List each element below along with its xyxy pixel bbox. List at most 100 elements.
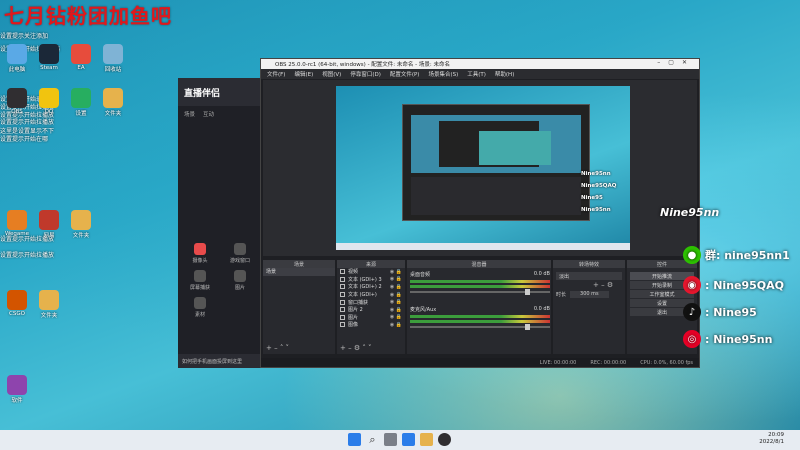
source-item[interactable]: 文本 (GDI+) ◉ 🔒 [337,291,405,299]
source-item[interactable]: 窗口捕获 ◉ 🔒 [337,298,405,306]
menu-help[interactable]: 帮助(H) [495,70,514,78]
preview-capture: Nine95nn Nine95QAQ Nine95 Nine95nn [336,86,630,250]
wechat-icon: ● [683,246,701,264]
app-icon [7,375,27,395]
annotation-text: 设置提示开始拉播放 [0,252,55,259]
banner-text: 七月钻粉团加鱼吧 [4,4,172,28]
menu-file[interactable]: 文件(F) [267,70,285,78]
windows-start-icon[interactable] [348,433,361,446]
game-window-button[interactable]: 游戏窗口 [220,243,260,264]
window-controls[interactable]: –▢✕ [657,59,695,66]
source-item[interactable]: 图像 ◉ 🔒 [337,321,405,329]
source-item[interactable]: 图片 ◉ 🔒 [337,314,405,322]
desktop-icon[interactable]: 文件夹 [96,88,130,117]
social-entry: ◉: Nine95QAQ [683,276,784,294]
annotation-text: 设置提示开始在哪 [0,136,49,143]
scene-controls[interactable]: + – ˄ ˅ [266,344,289,352]
app-icon [7,44,27,64]
source-item[interactable]: 文本 (GDI+) 2 ◉ 🔒 [337,283,405,291]
companion-tab-scene[interactable]: 场景 [184,110,195,118]
social-entry: ● 群: nine95nn1 [683,246,790,264]
desktop-icon[interactable]: 此电脑 [0,44,34,73]
menu-scene-collection[interactable]: 场景集合(S) [428,70,458,78]
preview-taskbar [336,243,630,250]
sources-dock-header: 来源 [337,260,405,268]
file-explorer-icon[interactable] [420,433,433,446]
desktop-icon[interactable]: 设置 [64,88,98,117]
transitions-dock: 淡出 + – ⚙ 时长 300 ms [553,268,625,354]
weibo-icon: ◉ [683,276,701,294]
desktop-icon[interactable]: CSGO [0,290,34,317]
mixer-dock: 桌面音频 0.0 dB 麦克风/Aux 0.0 dB [407,268,551,354]
desktop-icon[interactable]: 网易 [32,210,66,239]
desktop-icon[interactable]: OBS [0,88,34,115]
annotation-text: 设置提示关注添加 [0,33,49,40]
transition-controls[interactable]: + – ⚙ [553,281,625,289]
app-icon [71,210,91,230]
source-controls[interactable]: + – ⚙ ˄ ˅ [340,344,372,352]
task-view-icon[interactable] [384,433,397,446]
desktop-icon[interactable]: 文件夹 [64,210,98,239]
image-icon [234,270,246,282]
taskbar: ⌕ 20:09 2022/8/1 [0,430,800,450]
desktop-icon[interactable]: Steam [32,44,66,71]
desktop-icon[interactable]: QQ [32,88,66,115]
game-icon [234,243,246,255]
social-entry: ◎: Nine95nn [683,330,772,348]
desktop-icon[interactable]: 文件夹 [32,290,66,319]
transition-select[interactable]: 淡出 [556,272,622,280]
app-icon [71,88,91,108]
image-button[interactable]: 图片 [220,270,260,291]
nested-obs-window [402,104,590,221]
desktop-icon[interactable]: EA [64,44,98,71]
mixer-channel-mic: 麦克风/Aux 0.0 dB [410,306,550,330]
desktop-icon[interactable]: 回收站 [96,44,130,73]
app-icon [71,44,91,64]
menu-dock[interactable]: 停靠窗口(D) [350,70,381,78]
volume-slider[interactable] [410,324,550,330]
screen-capture-button[interactable]: 屏幕捕获 [180,270,220,291]
source-item[interactable]: 视频 ◉ 🔒 [337,268,405,276]
search-icon[interactable]: ⌕ [366,433,379,446]
source-item[interactable]: 文本 (GDI+) 3 ◉ 🔒 [337,276,405,284]
obs-taskbar-icon[interactable] [438,433,451,446]
social-entry: ♪: Nine95 [683,303,757,321]
transitions-dock-header: 转场特效 [553,260,625,268]
edge-icon[interactable] [402,433,415,446]
app-icon [7,210,27,230]
desktop-icon[interactable]: Wegame [0,210,34,237]
desktop-icon[interactable]: 软件 [0,375,34,404]
app-icon [7,290,27,310]
camera-icon [194,243,206,255]
obs-preview[interactable]: Nine95nn Nine95QAQ Nine95 Nine95nn [263,80,697,256]
app-icon [39,44,59,64]
sources-dock: 视频 ◉ 🔒 文本 (GDI+) 3 ◉ 🔒 文本 (GDI+) 2 ◉ 🔒 文本 (… [337,268,405,354]
menu-profile[interactable]: 配置文件(P) [390,70,420,78]
source-item[interactable]: 图片 2 ◉ 🔒 [337,306,405,314]
material-button[interactable]: 素材 [180,297,220,318]
mixer-channel-desktop: 桌面音频 0.0 dB [410,271,550,295]
netease-icon: ◎ [683,330,701,348]
monitor-icon [194,270,206,282]
companion-tab-interact[interactable]: 互动 [203,110,214,118]
companion-app-window: 直播伴侣 场景 互动 摄像头 游戏窗口 屏幕捕获 图片 素材 如何把手机画面投屏… [178,78,263,368]
annotation-text: 这里是设置显示不下 [0,128,55,135]
folder-icon [194,297,206,309]
menu-edit[interactable]: 编辑(E) [294,70,313,78]
companion-footer[interactable]: 如何把手机画面投屏到这里 [178,354,263,368]
app-icon [39,88,59,108]
duration-input[interactable]: 300 ms [570,291,609,298]
menu-view[interactable]: 视图(V) [322,70,341,78]
app-icon [7,88,27,108]
app-icon [103,44,123,64]
obs-title-bar: OBS 25.0.0-rc1 (64-bit, windows) - 配置文件:… [261,59,699,69]
camera-button[interactable]: 摄像头 [180,243,220,264]
scene-item[interactable]: 场景 [263,268,335,276]
tiktok-icon: ♪ [683,303,701,321]
desktop-wallpaper: 七月钻粉团加鱼吧 设置提示关注添加 设置提示开始拉播放器 设置提示开始录播放 设置提示… [0,0,800,430]
preview-social-list: Nine95nn Nine95QAQ Nine95 Nine95nn [581,171,617,213]
menu-tools[interactable]: 工具(T) [467,70,486,78]
system-clock[interactable]: 20:09 2022/8/1 [759,432,784,446]
companion-logo: 直播伴侣 [178,78,263,106]
volume-slider[interactable] [410,289,550,295]
